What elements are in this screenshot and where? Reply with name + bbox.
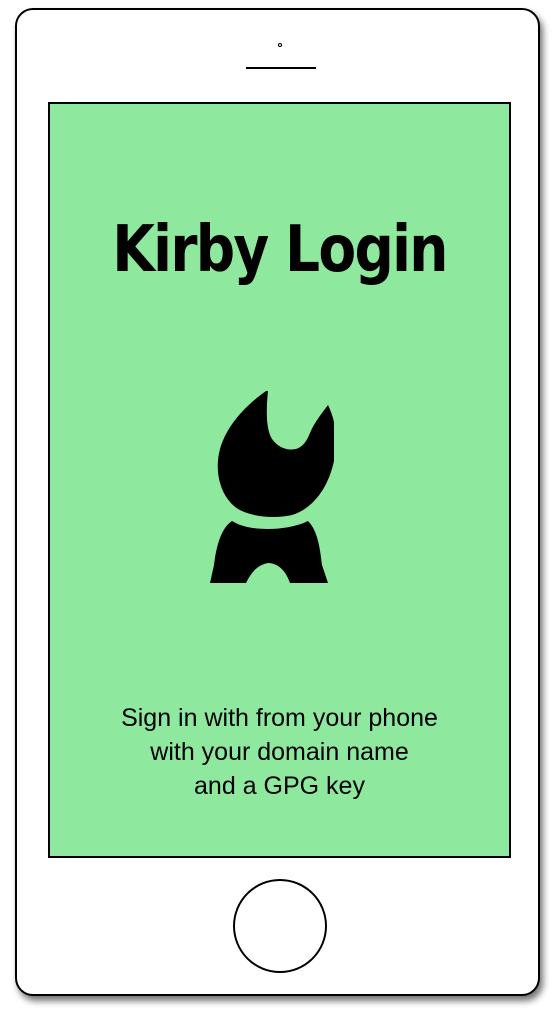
signin-description: Sign in with from your phone with your d… — [121, 704, 438, 800]
kirby-cat-logo-icon — [210, 391, 334, 583]
app-screen: Kirby Login Sign in with from your phone… — [48, 102, 511, 858]
phone-frame: Kirby Login Sign in with from your phone… — [15, 8, 540, 996]
home-button[interactable] — [233, 879, 327, 973]
speaker-slot — [246, 67, 316, 69]
camera-icon — [278, 43, 282, 47]
page-title: Kirby Login — [112, 213, 448, 287]
